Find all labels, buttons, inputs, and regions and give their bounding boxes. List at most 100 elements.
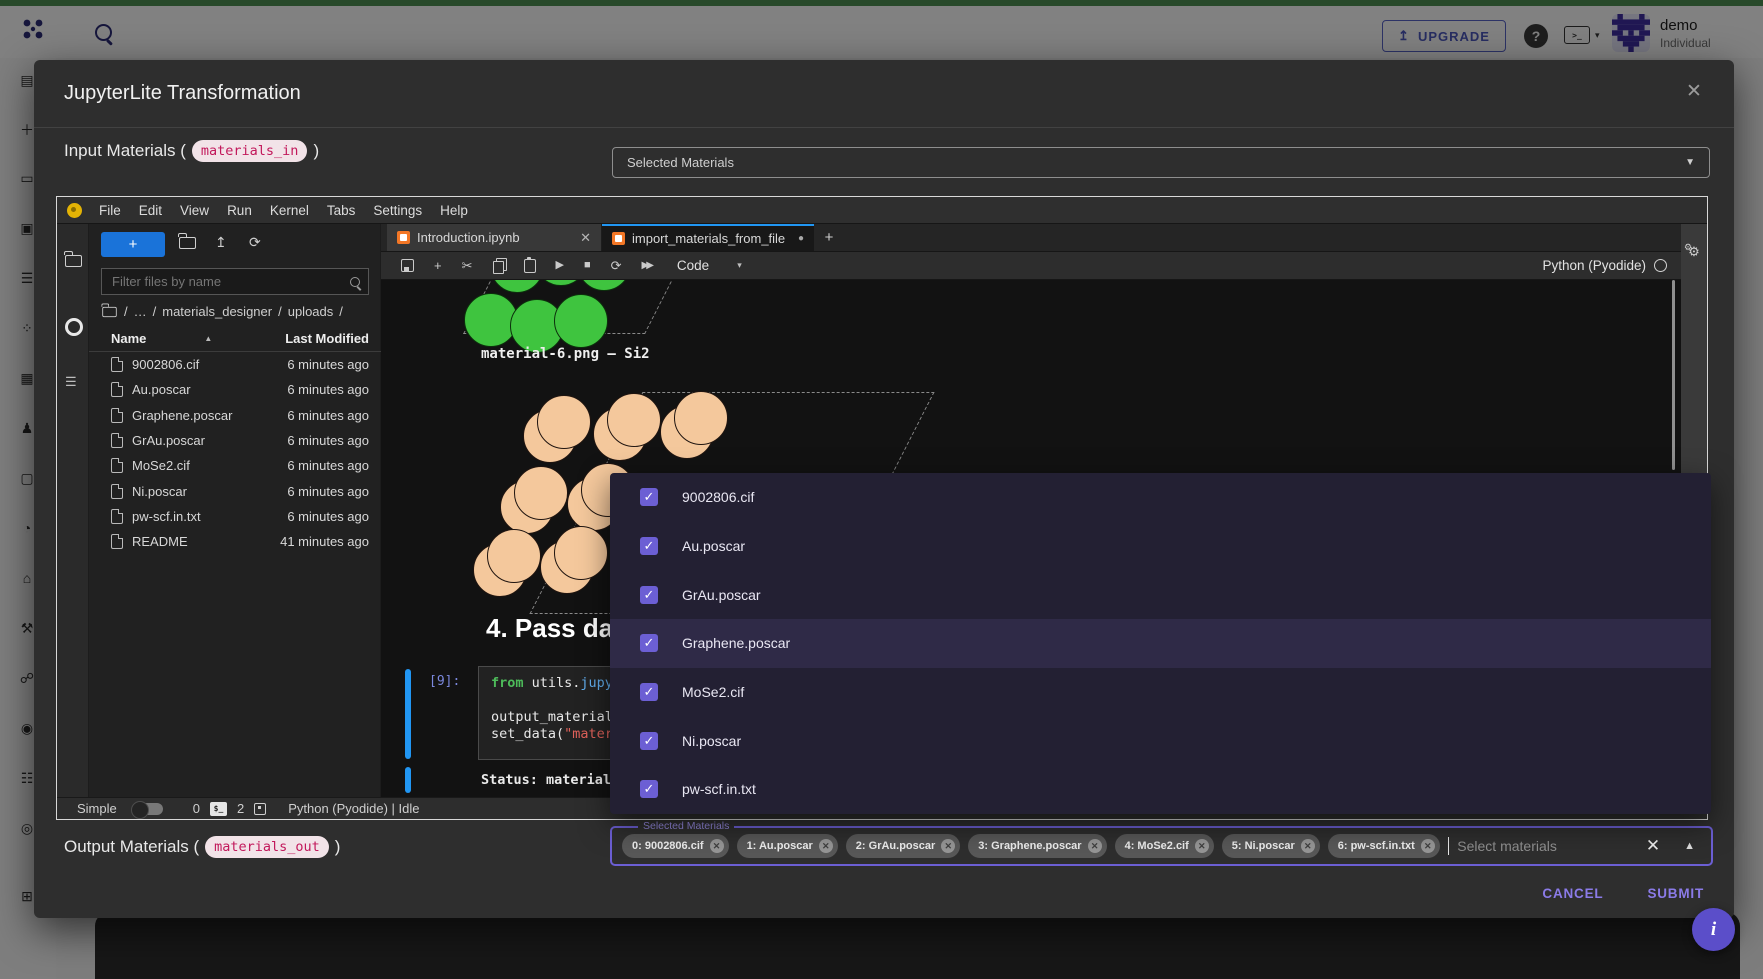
- file-icon: [111, 382, 123, 397]
- checkbox-checked-icon[interactable]: ✓: [640, 780, 658, 798]
- chip-delete-icon[interactable]: ✕: [1421, 839, 1435, 853]
- chip-delete-icon[interactable]: ✕: [1088, 839, 1102, 853]
- file-browser-tab-icon[interactable]: [65, 254, 82, 272]
- material-chip[interactable]: 0: 9002806.cif✕: [622, 834, 729, 858]
- column-last-modified[interactable]: Last Modified: [285, 331, 369, 346]
- running-sessions-icon[interactable]: [65, 318, 83, 336]
- add-cell-icon[interactable]: +: [434, 259, 442, 272]
- new-launcher-button[interactable]: +: [101, 232, 165, 257]
- file-row[interactable]: README41 minutes ago: [89, 529, 381, 554]
- info-fab-button[interactable]: i: [1692, 908, 1735, 951]
- materials-multiselect[interactable]: Selected Materials 0: 9002806.cif✕ 1: Au…: [610, 826, 1713, 866]
- checkbox-checked-icon[interactable]: ✓: [640, 732, 658, 750]
- menu-file[interactable]: File: [90, 203, 130, 218]
- peach-atom: [487, 529, 541, 583]
- material-chip[interactable]: 5: Ni.poscar✕: [1222, 834, 1320, 858]
- simple-mode-toggle[interactable]: [133, 803, 163, 815]
- material-chip[interactable]: 6: pw-scf.in.txt✕: [1328, 834, 1440, 858]
- menu-edit[interactable]: Edit: [130, 203, 171, 218]
- material-chip[interactable]: 3: Graphene.poscar✕: [968, 834, 1106, 858]
- chip-delete-icon[interactable]: ✕: [819, 839, 833, 853]
- submit-button[interactable]: SUBMIT: [1647, 886, 1704, 901]
- menu-settings[interactable]: Settings: [364, 203, 431, 218]
- select-materials-placeholder[interactable]: Select materials: [1457, 838, 1557, 854]
- scrollbar[interactable]: [1672, 280, 1675, 470]
- option-ni-poscar[interactable]: ✓Ni.poscar: [610, 716, 1711, 765]
- menu-kernel[interactable]: Kernel: [261, 203, 318, 218]
- caret-up-icon[interactable]: ▲: [1684, 840, 1695, 852]
- cell-collapser[interactable]: [405, 669, 411, 759]
- chip-delete-icon[interactable]: ✕: [710, 839, 724, 853]
- kernel-indicator[interactable]: Python (Pyodide): [1542, 258, 1667, 273]
- material-chip[interactable]: 2: GrAu.poscar✕: [846, 834, 960, 858]
- chip-delete-icon[interactable]: ✕: [941, 839, 955, 853]
- file-list: 9002806.cif6 minutes ago Au.poscar6 minu…: [89, 352, 381, 554]
- menu-run[interactable]: Run: [218, 203, 261, 218]
- file-icon: [111, 509, 123, 524]
- file-filter-box: [101, 268, 369, 295]
- filter-files-input[interactable]: [110, 273, 350, 290]
- checkbox-checked-icon[interactable]: ✓: [640, 537, 658, 555]
- file-row[interactable]: MoSe2.cif6 minutes ago: [89, 453, 381, 478]
- stop-icon[interactable]: ■: [584, 260, 591, 271]
- chip-delete-icon[interactable]: ✕: [1301, 839, 1315, 853]
- checkbox-checked-icon[interactable]: ✓: [640, 683, 658, 701]
- save-icon[interactable]: [401, 259, 414, 272]
- menu-view[interactable]: View: [171, 203, 218, 218]
- paste-icon[interactable]: [524, 259, 536, 273]
- terminal-icon: $_: [210, 802, 227, 816]
- option-mose2-cif[interactable]: ✓MoSe2.cif: [610, 668, 1711, 717]
- column-name[interactable]: Name: [111, 331, 146, 346]
- menu-tabs[interactable]: Tabs: [318, 203, 365, 218]
- run-icon[interactable]: ▶: [556, 260, 564, 271]
- material-chip[interactable]: 4: MoSe2.cif✕: [1115, 834, 1214, 858]
- breadcrumb-ellipsis[interactable]: …: [134, 304, 147, 319]
- option-grau-poscar[interactable]: ✓GrAu.poscar: [610, 570, 1711, 619]
- clear-selection-icon[interactable]: ✕: [1646, 836, 1660, 856]
- chip-delete-icon[interactable]: ✕: [1195, 839, 1209, 853]
- new-folder-icon[interactable]: [179, 236, 196, 252]
- file-row[interactable]: Graphene.poscar6 minutes ago: [89, 403, 381, 428]
- property-inspector-icon[interactable]: ⚙⚙: [1684, 242, 1696, 260]
- cell-type-select[interactable]: Code: [677, 258, 709, 273]
- checkbox-checked-icon[interactable]: ✓: [640, 586, 658, 604]
- upload-icon[interactable]: ↥: [215, 234, 227, 251]
- tab-import-materials-from-file[interactable]: import_materials_from_file ●: [602, 224, 814, 251]
- file-list-header[interactable]: Name ▲ Last Modified: [89, 326, 381, 352]
- green-atom: [554, 294, 608, 348]
- breadcrumb-materials-designer[interactable]: materials_designer: [162, 304, 272, 319]
- file-row[interactable]: pw-scf.in.txt6 minutes ago: [89, 504, 381, 529]
- tab-introduction[interactable]: Introduction.ipynb ✕: [387, 224, 602, 251]
- option-graphene-poscar[interactable]: ✓Graphene.poscar: [610, 619, 1711, 668]
- option-9002806-cif[interactable]: ✓9002806.cif: [610, 473, 1711, 522]
- file-row[interactable]: Ni.poscar6 minutes ago: [89, 478, 381, 503]
- close-icon[interactable]: ✕: [580, 230, 591, 246]
- checkbox-checked-icon[interactable]: ✓: [640, 634, 658, 652]
- option-pw-scf-in-txt[interactable]: ✓pw-scf.in.txt: [610, 765, 1711, 814]
- breadcrumb[interactable]: / … / materials_designer / uploads /: [101, 304, 343, 319]
- file-row[interactable]: Au.poscar6 minutes ago: [89, 377, 381, 402]
- material-chip[interactable]: 1: Au.poscar✕: [737, 834, 838, 858]
- refresh-icon[interactable]: ⟳: [249, 234, 261, 251]
- jupyterlite-logo-icon: [67, 203, 82, 218]
- screen: ↥ UPGRADE ? >_ ▾ demo Individual: [0, 0, 1763, 979]
- kernel-status-text[interactable]: Python (Pyodide) | Idle: [288, 801, 419, 816]
- cut-icon[interactable]: ✂: [462, 259, 473, 272]
- copy-icon[interactable]: [493, 261, 504, 274]
- breadcrumb-uploads[interactable]: uploads: [288, 304, 334, 319]
- kernel-count: 2: [237, 801, 244, 816]
- menu-help[interactable]: Help: [431, 203, 477, 218]
- restart-kernel-icon[interactable]: ⟳: [611, 259, 622, 272]
- close-icon[interactable]: ✕: [1686, 80, 1702, 103]
- option-au-poscar[interactable]: ✓Au.poscar: [610, 522, 1711, 571]
- table-of-contents-icon[interactable]: ☰: [65, 374, 77, 390]
- add-tab-button[interactable]: +: [814, 224, 844, 251]
- cancel-button[interactable]: CANCEL: [1542, 886, 1603, 901]
- selected-materials-dropdown[interactable]: Selected Materials ▼: [612, 147, 1710, 178]
- checkbox-checked-icon[interactable]: ✓: [640, 488, 658, 506]
- file-row[interactable]: GrAu.poscar6 minutes ago: [89, 428, 381, 453]
- file-row[interactable]: 9002806.cif6 minutes ago: [89, 352, 381, 377]
- output-collapser[interactable]: [405, 767, 411, 793]
- restart-run-all-icon[interactable]: ▶▶: [642, 261, 651, 271]
- output-materials-row: Output Materials ( materials_out ): [64, 830, 340, 864]
